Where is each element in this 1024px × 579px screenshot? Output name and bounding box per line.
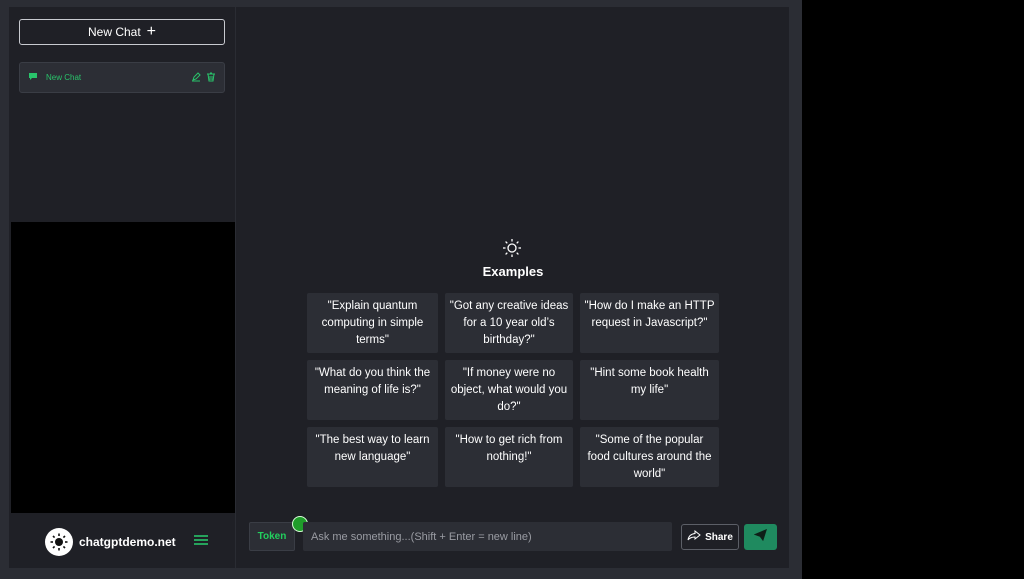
example-card[interactable]: "Got any creative ideas for a 10 year ol… <box>445 293 573 353</box>
example-card[interactable]: "Explain quantum computing in simple ter… <box>307 293 438 353</box>
example-card[interactable]: "Hint some book health my life" <box>580 360 719 420</box>
chat-item-label: New Chat <box>46 73 82 82</box>
pencil-icon[interactable] <box>191 71 201 84</box>
sidebar-footer: chatgptdemo.net <box>9 515 236 568</box>
example-card[interactable]: "How do I make an HTTP request in Javasc… <box>580 293 719 353</box>
example-card[interactable]: "The best way to learn new language" <box>307 427 438 487</box>
sun-icon <box>45 527 73 556</box>
example-card[interactable]: "What do you think the meaning of life i… <box>307 360 438 420</box>
trash-icon[interactable] <box>206 72 216 84</box>
examples-grid: "Explain quantum computing in simple ter… <box>307 293 719 487</box>
plus-icon: + <box>146 23 157 40</box>
new-chat-button[interactable]: New Chat + <box>19 19 225 45</box>
send-button[interactable] <box>744 524 777 550</box>
example-card[interactable]: "Some of the popular food cultures aroun… <box>580 427 719 487</box>
share-label: Share <box>705 531 733 543</box>
new-chat-label: New Chat <box>87 25 141 39</box>
app-shell: New Chat + New Chat chatgptdemo.net Exam… <box>9 7 789 568</box>
message-input[interactable] <box>303 522 672 551</box>
example-card[interactable]: "If money were no object, what would you… <box>445 360 573 420</box>
examples-title: Examples <box>482 264 544 279</box>
chat-list-item[interactable]: New Chat <box>19 62 225 93</box>
chat-item-tools <box>191 71 216 84</box>
token-button[interactable]: Token <box>249 522 295 551</box>
chat-main: Examples "Explain quantum computing in s… <box>237 7 789 568</box>
chat-bubble-icon <box>28 72 38 83</box>
example-card[interactable]: "How to get rich from nothing!" <box>445 427 573 487</box>
sidebar-empty-area <box>11 222 235 513</box>
sun-icon <box>502 238 522 263</box>
share-button[interactable]: Share <box>681 524 739 550</box>
app-window: New Chat + New Chat chatgptdemo.net Exam… <box>0 0 802 579</box>
site-name: chatgptdemo.net <box>79 534 176 549</box>
share-arrow-icon <box>687 529 701 544</box>
sidebar: New Chat + New Chat chatgptdemo.net <box>9 7 236 568</box>
paper-plane-icon <box>753 528 767 546</box>
hamburger-icon[interactable] <box>193 533 208 551</box>
